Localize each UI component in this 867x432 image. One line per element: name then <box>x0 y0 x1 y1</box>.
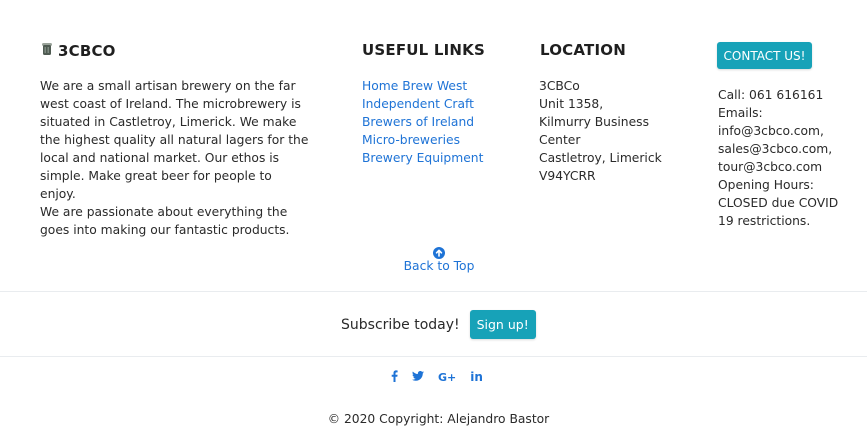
contact-line: info@3cbco.com, <box>718 124 824 138</box>
address-line: Center <box>539 133 581 147</box>
about-line: west coast of Ireland. The microbrewery … <box>40 97 301 111</box>
about-line: the highest quality all natural lagers f… <box>40 133 309 147</box>
location-title: LOCATION <box>540 41 626 59</box>
subscribe-section: Subscribe today! Sign up! <box>341 310 536 339</box>
divider <box>0 291 867 292</box>
contact-info: Call: 061 616161 Emails: info@3cbco.com,… <box>718 86 848 230</box>
location-address: 3CBCo Unit 1358, Kilmurry Business Cente… <box>539 77 679 185</box>
useful-links-title: USEFUL LINKS <box>362 41 485 59</box>
address-line: V94YCRR <box>539 169 596 183</box>
about-text: We are a small artisan brewery on the fa… <box>40 77 310 239</box>
linkedin-icon[interactable]: in <box>470 370 483 384</box>
link-home-brew-west[interactable]: Home Brew West <box>362 77 483 95</box>
back-to-top-label: Back to Top <box>403 259 475 273</box>
useful-links-list: Home Brew West Independent Craft Brewers… <box>362 77 483 167</box>
divider <box>0 356 867 357</box>
social-links: G+ in <box>391 369 483 385</box>
copyright-text: © 2020 Copyright: Alejandro Bastor <box>327 412 550 426</box>
link-micro-breweries[interactable]: Micro-breweries <box>362 131 483 149</box>
address-line: Castletroy, Limerick <box>539 151 662 165</box>
about-line: We are passionate about everything the <box>40 205 288 219</box>
about-line: local and national market. Our ethos is <box>40 151 280 165</box>
link-brewery-equipment[interactable]: Brewery Equipment <box>362 149 483 167</box>
contact-line: CLOSED due COVID <box>718 196 839 210</box>
brand-name: 3CBCO <box>58 41 116 60</box>
twitter-icon[interactable] <box>412 370 424 384</box>
contact-line: Emails: <box>718 106 763 120</box>
contact-line: Call: 061 616161 <box>718 88 824 102</box>
about-line: We are a small artisan brewery on the fa… <box>40 79 296 93</box>
contact-line: Opening Hours: <box>718 178 814 192</box>
contact-line: sales@3cbco.com, <box>718 142 833 156</box>
address-line: Unit 1358, <box>539 97 604 111</box>
brand: 3CBCO <box>41 41 116 60</box>
back-to-top-link[interactable]: Back to Top <box>380 244 498 273</box>
contact-line: tour@3cbco.com <box>718 160 823 174</box>
subscribe-text: Subscribe today! <box>341 316 460 333</box>
about-line: goes into making our fantastic products. <box>40 223 290 237</box>
link-brewers-of-ireland[interactable]: Brewers of Ireland <box>362 113 483 131</box>
address-line: 3CBCo <box>539 79 580 93</box>
link-independent-craft[interactable]: Independent Craft <box>362 95 483 113</box>
contact-us-button[interactable]: CONTACT US! <box>717 42 812 69</box>
contact-line: 19 restrictions. <box>718 214 811 228</box>
arrow-up-circle-icon <box>380 244 498 259</box>
about-line: simple. Make great beer for people to en… <box>40 169 272 201</box>
google-plus-icon[interactable]: G+ <box>438 371 456 384</box>
facebook-icon[interactable] <box>391 369 398 385</box>
sign-up-button[interactable]: Sign up! <box>469 310 536 339</box>
about-line: situated in Castletroy, Limerick. We mak… <box>40 115 297 129</box>
beer-mug-icon <box>41 41 53 60</box>
address-line: Kilmurry Business <box>539 115 649 129</box>
